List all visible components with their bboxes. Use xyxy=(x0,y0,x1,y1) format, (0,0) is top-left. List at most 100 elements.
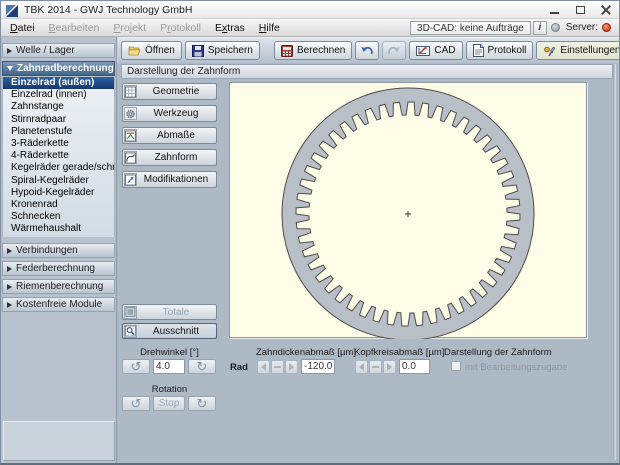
kopfkreis-input[interactable] xyxy=(399,359,430,374)
open-button[interactable]: Öffnen xyxy=(121,41,182,60)
zahndicken-step-up[interactable] xyxy=(285,360,298,374)
bearbeitungszugabe-checkbox[interactable] xyxy=(451,361,461,371)
kopfkreis-label: Kopfkreisabmaß [µm] xyxy=(354,347,444,358)
arrow-right-icon xyxy=(289,363,294,371)
menu-projekt[interactable]: Projekt xyxy=(106,20,153,36)
zahnform-button[interactable]: Zahnform xyxy=(122,149,217,166)
section-label: Kostenfreie Module xyxy=(16,298,102,312)
kopfkreis-step-up[interactable] xyxy=(383,360,396,374)
panel-right-edge xyxy=(613,64,616,460)
rotation-ccw-button[interactable]: ↺ xyxy=(122,396,150,411)
sidebar-item-kronenrad[interactable]: Kronenrad xyxy=(3,199,114,211)
calculator-icon xyxy=(281,45,293,57)
menu-protokoll[interactable]: Protokoll xyxy=(153,20,208,36)
minus-icon xyxy=(372,366,379,369)
rotate-right-icon: ↻ xyxy=(197,361,208,373)
kopfkreis-step-down[interactable] xyxy=(355,360,368,374)
rotation-stop-button[interactable]: Stop xyxy=(153,396,185,411)
chevron-down-icon xyxy=(7,66,13,71)
server-label: Server: xyxy=(566,22,598,33)
open-label: Öffnen xyxy=(145,45,175,56)
section-label: Zahnradberechnung xyxy=(17,62,114,76)
drehwinkel-input[interactable] xyxy=(153,359,185,374)
section-label: Riemenberechnung xyxy=(16,280,103,294)
magnifier-icon xyxy=(124,325,137,338)
info-icon[interactable]: i xyxy=(533,21,547,35)
menu-datei[interactable]: Datei xyxy=(3,20,42,36)
sidebar-item-3-raederkette[interactable]: 3-Räderkette xyxy=(3,138,114,150)
tooth-form-icon xyxy=(124,151,137,164)
sidebar-section-kostenfreie-module[interactable]: Kostenfreie Module xyxy=(2,297,115,312)
sidebar-section-verbindungen[interactable]: Verbindungen xyxy=(2,243,115,258)
werkzeug-label: Werkzeug xyxy=(137,108,215,119)
kopfkreis-step-zero[interactable] xyxy=(369,360,382,374)
maximize-button[interactable] xyxy=(567,1,593,18)
minimize-icon xyxy=(550,12,559,14)
sidebar-item-spiral-kegelraeder[interactable]: Spiral-Kegelräder xyxy=(3,175,114,187)
redo-button[interactable] xyxy=(382,41,406,60)
rotate-right-button[interactable]: ↻ xyxy=(188,359,216,374)
werkzeug-button[interactable]: Werkzeug xyxy=(122,105,217,122)
rotate-ccw-icon: ↺ xyxy=(131,398,142,410)
ausschnitt-button[interactable]: Ausschnitt xyxy=(122,323,217,339)
sidebar-section-riemenberechnung[interactable]: Riemenberechnung xyxy=(2,279,115,294)
gear-canvas[interactable] xyxy=(229,82,587,338)
undo-button[interactable] xyxy=(355,41,379,60)
rotate-cw-icon: ↻ xyxy=(197,398,208,410)
sidebar-item-4-raederkette[interactable]: 4-Räderkette xyxy=(3,150,114,162)
sidebar-section-federberechnung[interactable]: Federberechnung xyxy=(2,261,115,276)
calculate-label: Berechnen xyxy=(297,45,345,56)
save-label: Speichern xyxy=(208,45,253,56)
rotate-left-button[interactable]: ↺ xyxy=(122,359,150,374)
protocol-button[interactable]: Protokoll xyxy=(466,41,534,60)
rotation-label: Rotation xyxy=(122,384,217,395)
sidebar-section-welle-lager[interactable]: Welle / Lager xyxy=(2,43,115,58)
totale-button[interactable]: Totale xyxy=(122,304,217,320)
sidebar-item-kegelraeder[interactable]: Kegelräder gerade/schräg xyxy=(3,162,114,174)
abmasse-button[interactable]: Abmaße xyxy=(122,127,217,144)
server-led xyxy=(602,23,611,32)
cad-label: CAD xyxy=(434,45,455,56)
cad-status: 3D-CAD: keine Aufträge xyxy=(410,21,531,35)
modifikationen-button[interactable]: Modifikationen xyxy=(122,171,217,188)
rotation-cw-button[interactable]: ↻ xyxy=(188,396,216,411)
darstellung-label: Darstellung der Zahnform xyxy=(444,347,552,358)
zahndicken-step-zero[interactable] xyxy=(271,360,284,374)
sidebar-item-schnecken[interactable]: Schnecken xyxy=(3,211,114,223)
minimize-button[interactable] xyxy=(541,1,567,18)
bearbeitungszugabe-label: mit Bearbeitungszugabe xyxy=(465,362,567,373)
chevron-right-icon xyxy=(7,266,12,272)
zahnform-label: Zahnform xyxy=(137,152,215,163)
calculate-button[interactable]: Berechnen xyxy=(274,41,352,60)
close-button[interactable] xyxy=(593,1,619,18)
sidebar-item-planetenstufe[interactable]: Planetenstufe xyxy=(3,126,114,138)
totale-label: Totale xyxy=(137,307,215,318)
menu-bearbeiten[interactable]: Bearbeiten xyxy=(42,20,107,36)
protocol-label: Protokoll xyxy=(488,45,527,56)
sidebar-section-zahnradberechnung[interactable]: Zahnradberechnung xyxy=(2,61,115,76)
geometrie-button[interactable]: Geometrie xyxy=(122,83,217,100)
section-label: Welle / Lager xyxy=(16,44,75,58)
modifikationen-label: Modifikationen xyxy=(137,174,215,185)
minus-icon xyxy=(274,366,281,369)
sidebar-item-waermehaushalt[interactable]: Wärmehaushalt xyxy=(3,223,114,235)
sidebar-item-hypoid-kegelraeder[interactable]: Hypoid-Kegelräder xyxy=(3,187,114,199)
sidebar-item-stirnradpaar[interactable]: Stirnradpaar xyxy=(3,114,114,126)
full-view-icon xyxy=(124,306,137,319)
gear-canvas-svg xyxy=(230,83,588,339)
sidebar-item-zahnstange[interactable]: Zahnstange xyxy=(3,101,114,113)
cad-icon xyxy=(416,45,430,57)
zahndicken-step-down[interactable] xyxy=(257,360,270,374)
maximize-icon xyxy=(576,6,585,14)
cad-button[interactable]: CAD xyxy=(409,41,462,60)
menu-hilfe[interactable]: Hilfe xyxy=(252,20,287,36)
window-title: TBK 2014 - GWJ Technology GmbH xyxy=(24,4,192,16)
settings-button[interactable]: Einstellungen xyxy=(536,41,620,60)
sidebar-item-einzelrad-aussen[interactable]: Einzelrad (außen) xyxy=(3,77,114,89)
sidebar-item-einzelrad-innen[interactable]: Einzelrad (innen) xyxy=(3,89,114,101)
menu-extras[interactable]: Extras xyxy=(208,20,252,36)
save-icon xyxy=(192,45,204,57)
save-button[interactable]: Speichern xyxy=(185,41,260,60)
zahndicken-input[interactable] xyxy=(301,359,335,374)
open-folder-icon xyxy=(128,45,141,56)
